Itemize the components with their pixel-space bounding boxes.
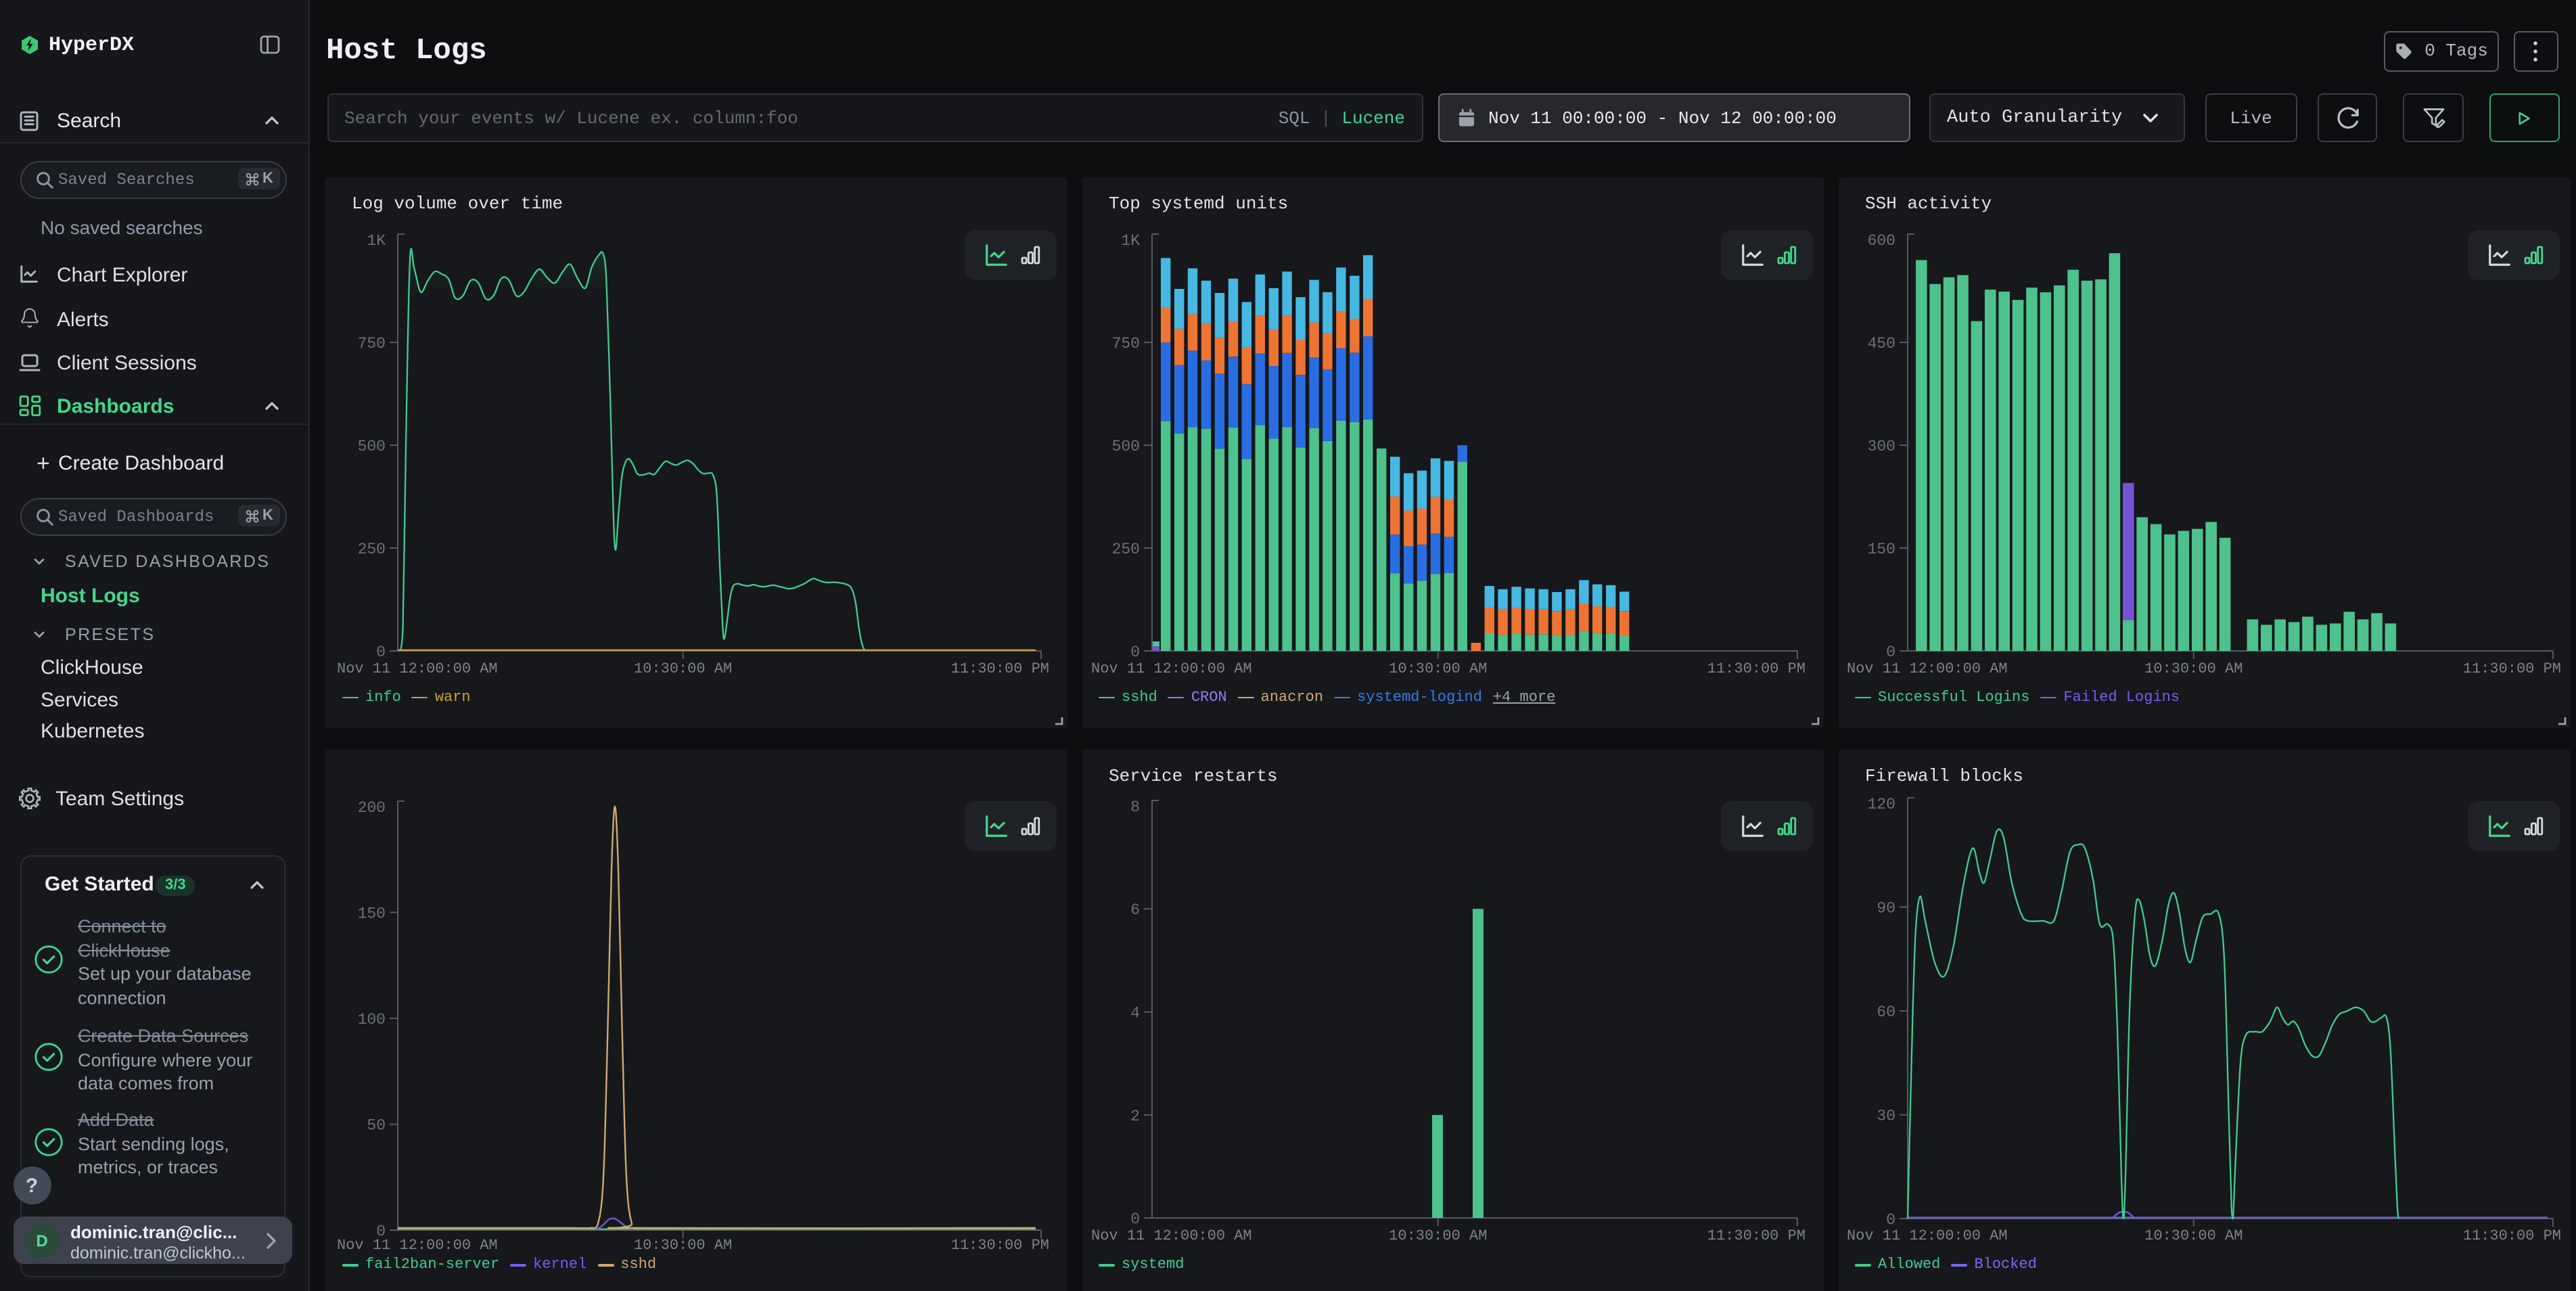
svg-text:250: 250 — [1112, 541, 1140, 558]
svg-text:450: 450 — [1868, 335, 1895, 353]
svg-text:4: 4 — [1130, 1005, 1140, 1022]
svg-text:150: 150 — [1868, 541, 1895, 558]
svg-text:11:30:00 PM: 11:30:00 PM — [2463, 1227, 2561, 1244]
svg-text:750: 750 — [358, 335, 386, 353]
svg-text:10:30:00 AM: 10:30:00 AM — [634, 1237, 732, 1254]
svg-text:150: 150 — [358, 905, 386, 922]
svg-text:120: 120 — [1868, 796, 1895, 813]
svg-text:0: 0 — [376, 643, 386, 661]
svg-text:11:30:00 PM: 11:30:00 PM — [1707, 660, 1806, 677]
svg-text:50: 50 — [367, 1117, 386, 1135]
svg-text:10:30:00 AM: 10:30:00 AM — [1389, 660, 1487, 677]
svg-text:0: 0 — [1130, 643, 1140, 661]
svg-text:750: 750 — [1112, 335, 1140, 353]
svg-text:0: 0 — [1130, 1210, 1140, 1228]
svg-text:1K: 1K — [367, 232, 386, 250]
svg-text:10:30:00 AM: 10:30:00 AM — [2144, 1227, 2242, 1244]
svg-text:Nov 11 12:00:00 AM: Nov 11 12:00:00 AM — [1091, 660, 1252, 677]
svg-text:11:30:00 PM: 11:30:00 PM — [2463, 660, 2561, 677]
svg-text:600: 600 — [1868, 232, 1895, 250]
svg-text:10:30:00 AM: 10:30:00 AM — [2144, 660, 2242, 677]
svg-text:10:30:00 AM: 10:30:00 AM — [634, 660, 732, 677]
svg-text:60: 60 — [1877, 1003, 1895, 1021]
svg-text:500: 500 — [1112, 438, 1140, 455]
svg-text:250: 250 — [358, 541, 386, 558]
svg-text:8: 8 — [1130, 798, 1140, 816]
svg-text:11:30:00 PM: 11:30:00 PM — [1707, 1227, 1806, 1244]
svg-text:Nov 11 12:00:00 AM: Nov 11 12:00:00 AM — [1847, 660, 2008, 677]
svg-text:30: 30 — [1877, 1108, 1895, 1125]
svg-text:0: 0 — [1886, 1211, 1895, 1229]
svg-text:Nov 11 12:00:00 AM: Nov 11 12:00:00 AM — [1091, 1227, 1252, 1244]
svg-text:0: 0 — [1886, 643, 1895, 661]
svg-text:1K: 1K — [1121, 232, 1140, 250]
svg-text:500: 500 — [358, 438, 386, 455]
svg-text:100: 100 — [358, 1011, 386, 1028]
svg-text:11:30:00 PM: 11:30:00 PM — [951, 1237, 1049, 1254]
svg-text:Nov 11 12:00:00 AM: Nov 11 12:00:00 AM — [1847, 1227, 2008, 1244]
svg-text:6: 6 — [1130, 901, 1140, 919]
svg-text:2: 2 — [1130, 1108, 1140, 1125]
svg-text:90: 90 — [1877, 899, 1895, 917]
svg-text:200: 200 — [358, 799, 386, 817]
svg-text:Nov 11 12:00:00 AM: Nov 11 12:00:00 AM — [337, 1237, 498, 1254]
svg-text:Nov 11 12:00:00 AM: Nov 11 12:00:00 AM — [337, 660, 498, 677]
svg-text:300: 300 — [1868, 438, 1895, 455]
svg-text:10:30:00 AM: 10:30:00 AM — [1389, 1227, 1487, 1244]
svg-text:11:30:00 PM: 11:30:00 PM — [951, 660, 1049, 677]
